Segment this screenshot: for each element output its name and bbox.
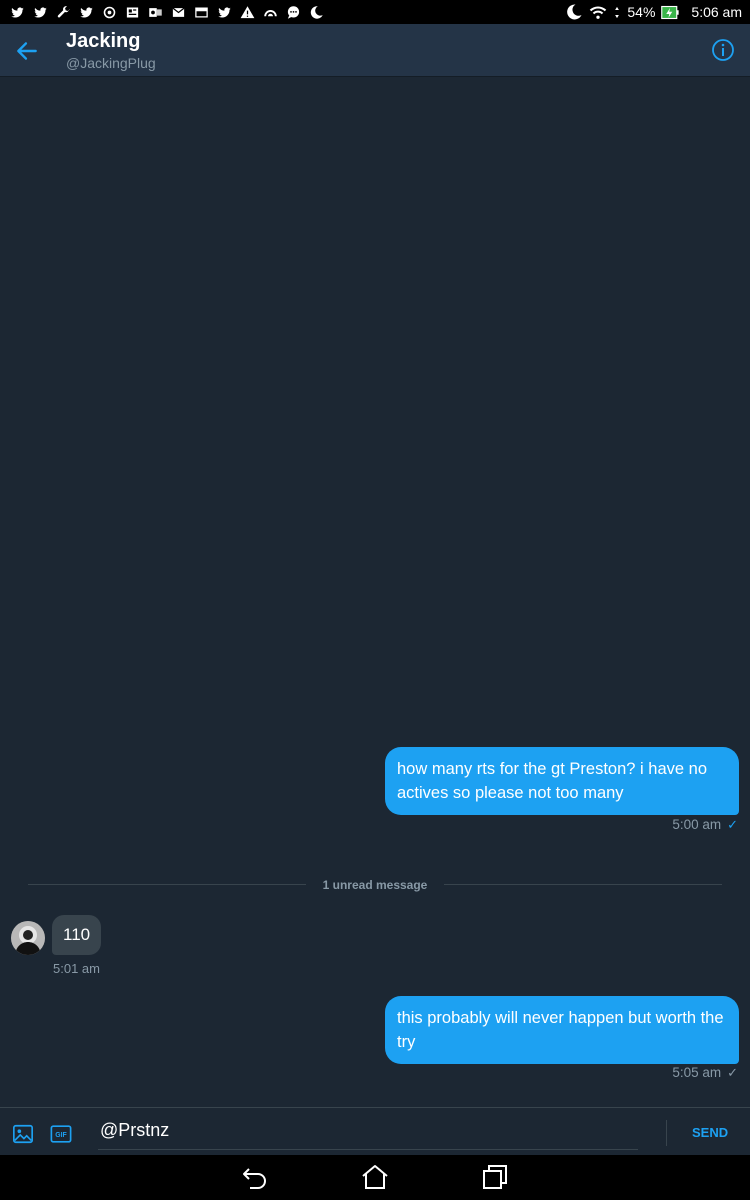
- twitter-icon: [79, 5, 94, 20]
- contact-name: Jacking: [66, 30, 141, 52]
- data-arrows-icon: [613, 5, 621, 20]
- twitter-icon: [33, 5, 48, 20]
- twitter-icon: [10, 5, 25, 20]
- outgoing-message-bubble[interactable]: this probably will never happen but wort…: [385, 996, 739, 1064]
- message-text: how many rts for the gt Preston? i have …: [397, 760, 707, 802]
- send-button[interactable]: SEND: [692, 1125, 728, 1140]
- battery-percent: 54%: [627, 4, 656, 20]
- image-icon: [13, 1124, 33, 1144]
- sent-check-icon: ✓: [727, 1065, 738, 1080]
- incoming-message-bubble[interactable]: 110: [52, 915, 102, 955]
- read-check-icon: ✓: [727, 817, 738, 832]
- nav-recents-button[interactable]: [481, 1163, 509, 1191]
- twitter-icon: [217, 5, 232, 20]
- add-gif-button[interactable]: GIF: [50, 1123, 72, 1145]
- mail-icon: [171, 5, 186, 20]
- add-photo-button[interactable]: [12, 1123, 34, 1145]
- mail-icon: [194, 5, 209, 20]
- chat-icon: [286, 5, 301, 20]
- timestamp-text: 5:00 am: [672, 817, 722, 832]
- outlook-icon: [148, 5, 163, 20]
- conversation-header: Jacking @JackingPlug: [0, 24, 750, 77]
- battery-charging-icon: [661, 5, 680, 20]
- message-text: this probably will never happen but wort…: [397, 1009, 724, 1051]
- svg-text:GIF: GIF: [55, 1132, 66, 1139]
- home-icon: [362, 1165, 388, 1189]
- nav-home-button[interactable]: [361, 1163, 389, 1191]
- status-bar: 54% 5:06 am: [0, 0, 750, 24]
- system-navigation-bar: [0, 1155, 750, 1200]
- avatar[interactable]: [11, 921, 45, 955]
- sync-icon: [102, 5, 117, 20]
- composer-divider: [666, 1120, 667, 1146]
- unread-divider-label: 1 unread message: [306, 876, 444, 894]
- nav-back-button[interactable]: [241, 1163, 269, 1191]
- notification-icons: [10, 5, 324, 20]
- gif-icon: GIF: [50, 1125, 72, 1143]
- recents-icon: [483, 1165, 507, 1189]
- wrench-icon: [56, 5, 71, 20]
- avatar-image: [11, 921, 45, 955]
- rainbow-icon: [263, 5, 278, 20]
- message-text: 110: [63, 925, 91, 944]
- moon-icon: [309, 5, 324, 20]
- message-timestamp: 5:01 am: [53, 961, 100, 976]
- outgoing-message-bubble[interactable]: how many rts for the gt Preston? i have …: [385, 747, 739, 815]
- message-composer: GIF SEND: [0, 1107, 750, 1155]
- back-arrow-icon: [17, 42, 37, 60]
- moon-icon: [565, 3, 583, 21]
- system-status: 54% 5:06 am: [565, 3, 742, 21]
- clock: 5:06 am: [691, 4, 742, 20]
- message-timestamp: 5:00 am ✓: [672, 817, 738, 833]
- nav-back-icon: [243, 1168, 266, 1189]
- conversation-info-button[interactable]: [711, 38, 735, 62]
- message-timestamp: 5:05 am ✓: [672, 1065, 738, 1081]
- info-icon: [712, 39, 734, 61]
- wifi-icon: [589, 3, 607, 21]
- warning-icon: [240, 5, 255, 20]
- message-input[interactable]: [98, 1116, 638, 1150]
- timestamp-text: 5:05 am: [672, 1065, 722, 1080]
- news-icon: [125, 5, 140, 20]
- back-button[interactable]: [14, 38, 40, 64]
- contact-handle: @JackingPlug: [66, 55, 156, 71]
